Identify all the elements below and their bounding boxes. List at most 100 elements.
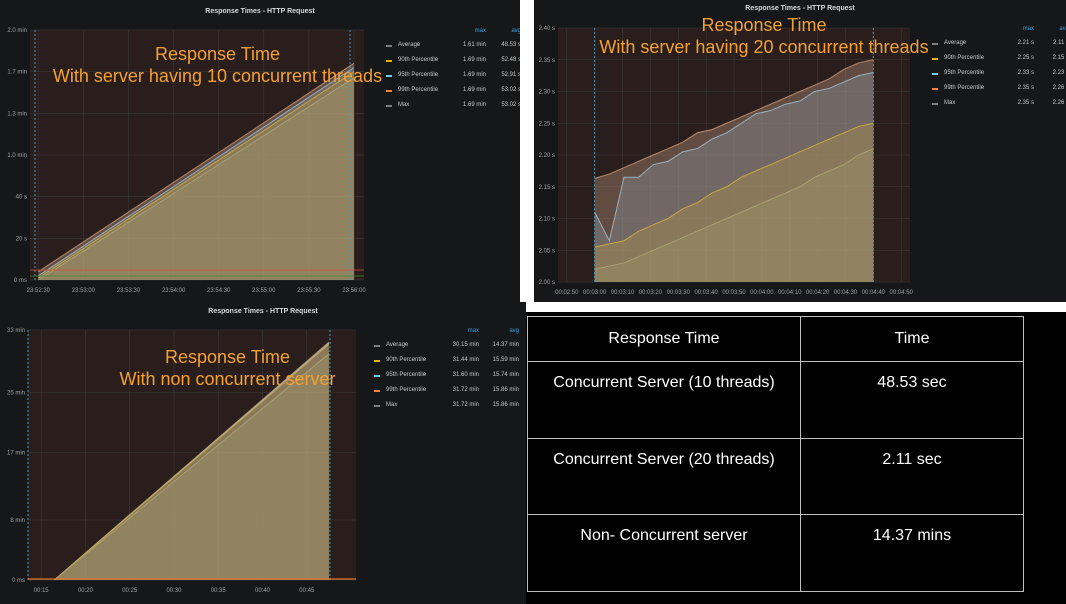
overlay-caption: Response Time With server having 20 conc… — [574, 14, 954, 58]
legend-avg: 52.48 s — [501, 57, 520, 63]
legend-item[interactable]: Max 1.69 min 53.02 s — [386, 102, 520, 112]
x-tick-label: 00:15 — [34, 588, 50, 594]
y-tick-label: 33 min — [7, 328, 25, 334]
y-tick-label: 8 min — [10, 518, 25, 524]
x-tick-label: 00:35 — [211, 588, 227, 594]
x-tick-label: 00:20 — [78, 588, 94, 594]
legend-max: 1.69 min — [462, 87, 486, 93]
legend-item[interactable]: 90th Percentile 31.44 min 15.59 min — [374, 357, 526, 367]
x-tick-label: 00:25 — [122, 588, 138, 594]
legend-item[interactable]: Average 2.21 s 2.11 s — [932, 40, 1066, 50]
legend-name: 90th Percentile — [398, 57, 439, 63]
overlay-line-1: Response Time — [164, 347, 291, 367]
legend-header-avg: avg — [509, 328, 519, 334]
legend-item[interactable]: Average 30.15 min 14.37 min — [374, 342, 526, 352]
legend-avg: 2.26 s — [1052, 85, 1066, 91]
legend-max: 2.21 s — [1017, 40, 1034, 46]
legend-swatch — [386, 45, 392, 47]
y-tick-label: 17 min — [7, 451, 25, 457]
y-tick-label: 2.0 min — [7, 28, 27, 34]
row-value: 14.37 mins — [800, 514, 1024, 592]
legend-name: Average — [944, 40, 967, 46]
legend-max: 31.60 min — [452, 372, 479, 378]
legend-max: 1.69 min — [462, 102, 486, 108]
x-tick-label: 23:53:00 — [72, 288, 96, 294]
legend-avg: 2.26 s — [1052, 100, 1066, 106]
legend-avg: 15.86 min — [492, 402, 519, 408]
y-tick-label: 2.20 s — [539, 153, 555, 159]
legend-swatch — [374, 390, 380, 392]
y-tick-label: 0 ms — [14, 278, 27, 284]
legend-item[interactable]: 90th Percentile 1.69 min 52.48 s — [386, 57, 520, 67]
y-tick-label: 2.15 s — [539, 185, 555, 191]
legend-item[interactable]: 99th Percentile 31.72 min 15.86 min — [374, 387, 526, 397]
chart-panel-20-threads: Response Times - HTTP Request 2.00 s 2.05… — [534, 0, 1066, 302]
x-tick-label: 23:52:30 — [27, 288, 51, 294]
x-tick-label: 00:04:00 — [750, 290, 774, 296]
x-tick-label: 00:03:40 — [694, 290, 718, 296]
x-tick-label: 00:03:00 — [583, 290, 607, 296]
legend-avg: 53.02 s — [501, 102, 520, 108]
legend-name: 99th Percentile — [944, 85, 985, 91]
row-value: 2.11 sec — [800, 437, 1024, 516]
legend-avg: 2.15 s — [1052, 55, 1066, 61]
legend-max: 2.35 s — [1017, 85, 1034, 91]
x-tick-label: 00:45 — [299, 588, 315, 594]
legend-item[interactable]: 95th Percentile 1.69 min 52.91 s — [386, 72, 520, 82]
legend-name: Average — [386, 342, 409, 348]
overlay-caption: Response Time With server having 10 conc… — [40, 43, 395, 87]
legend-avg: 15.86 min — [492, 387, 519, 393]
table-row: Non- Concurrent server 14.37 mins — [527, 514, 1024, 592]
x-tick-label: 23:55:00 — [252, 288, 276, 294]
x-tick-label: 23:55:30 — [297, 288, 321, 294]
legend-item[interactable]: 95th Percentile 31.60 min 15.74 min — [374, 372, 526, 382]
x-tick-label: 00:04:30 — [834, 290, 858, 296]
table-row: Concurrent Server (20 threads) 2.11 sec — [527, 437, 1024, 516]
overlay-line-2: With server having 10 concurrent threads — [52, 66, 383, 86]
legend-item[interactable]: Average 1.61 min 48.53 s — [386, 42, 520, 52]
x-tick-label: 00:04:50 — [890, 290, 914, 296]
x-tick-label: 23:54:00 — [162, 288, 186, 294]
y-tick-label: 25 min — [7, 391, 25, 397]
legend-item[interactable]: 95th Percentile 2.33 s 2.23 s — [932, 70, 1066, 80]
legend-name: 99th Percentile — [386, 387, 427, 393]
y-tick-label: 2.00 s — [539, 280, 555, 286]
legend-max: 31.72 min — [452, 402, 479, 408]
legend-swatch — [932, 103, 938, 105]
legend-swatch — [386, 90, 392, 92]
legend-item[interactable]: 99th Percentile 1.69 min 53.02 s — [386, 87, 520, 97]
row-label: Concurrent Server (10 threads) — [527, 361, 801, 439]
legend-avg: 15.59 min — [492, 357, 519, 363]
x-tick-label: 00:03:20 — [639, 290, 663, 296]
overlay-line-1: Response Time — [701, 15, 827, 35]
legend-name: 90th Percentile — [386, 357, 427, 363]
x-tick-label: 00:02:50 — [555, 290, 579, 296]
y-tick-label: 2.10 s — [539, 217, 555, 223]
x-tick-label: 23:53:30 — [117, 288, 141, 294]
legend-swatch — [374, 360, 380, 362]
legend-name: 99th Percentile — [398, 87, 439, 93]
legend-swatch — [374, 345, 380, 347]
chart-panel-10-threads: Response Times - HTTP Request 0 ms 20 s 40… — [0, 0, 520, 302]
overlay-line-2: With server having 20 concurrent threads — [599, 37, 929, 57]
legend-item[interactable]: 99th Percentile 2.35 s 2.26 s — [932, 85, 1066, 95]
legend-max: 2.35 s — [1017, 100, 1034, 106]
y-tick-label: 0 ms — [12, 578, 25, 584]
legend-item[interactable]: Max 2.35 s 2.26 s — [932, 100, 1066, 110]
legend-swatch — [374, 375, 380, 377]
legend-header-max: max — [467, 328, 479, 334]
legend-item[interactable]: 90th Percentile 2.25 s 2.15 s — [932, 55, 1066, 65]
legend-item[interactable]: Max 31.72 min 15.86 min — [374, 402, 526, 412]
overlay-line-1: Response Time — [154, 44, 281, 64]
legend-swatch — [932, 73, 938, 75]
legend-swatch — [932, 88, 938, 90]
legend-max: 31.44 min — [452, 357, 479, 363]
y-tick-label: 20 s — [16, 236, 27, 242]
x-tick-label: 00:03:50 — [722, 290, 746, 296]
x-tick-label: 00:04:10 — [778, 290, 802, 296]
chart-legend: max avg Average 30.15 min 14.37 min 90th Perc… — [374, 328, 526, 418]
x-tick-label: 00:03:30 — [667, 290, 691, 296]
table-row: Concurrent Server (10 threads) 48.53 sec — [527, 361, 1024, 439]
legend-avg: 48.53 s — [501, 42, 520, 48]
legend-max: 30.15 min — [452, 342, 479, 348]
